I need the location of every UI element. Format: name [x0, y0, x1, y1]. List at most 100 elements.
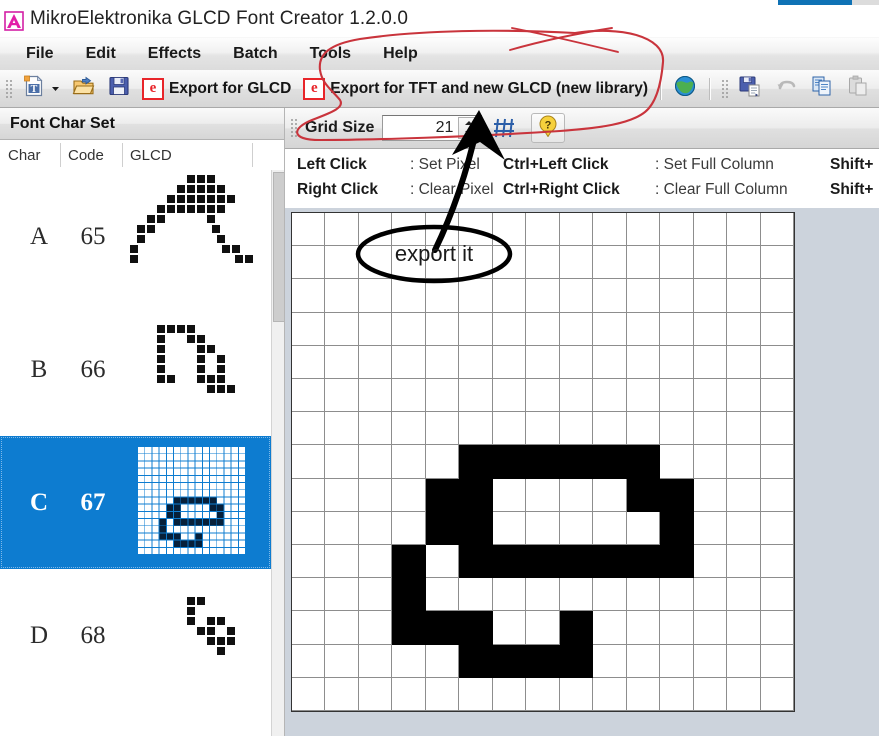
pixel-cell[interactable]	[693, 511, 728, 545]
pixel-cell[interactable]	[693, 246, 728, 280]
pixel-cell[interactable]	[425, 478, 460, 512]
pixel-cell[interactable]	[626, 478, 661, 512]
pixel-cell[interactable]	[526, 511, 560, 545]
pixel-cell[interactable]	[693, 213, 728, 247]
pixel-cell[interactable]	[459, 445, 493, 479]
pixel-cell[interactable]	[325, 511, 359, 545]
pixel-cell[interactable]	[526, 445, 560, 479]
pixel-cell[interactable]	[727, 644, 761, 678]
pixel-cell[interactable]	[559, 511, 594, 545]
pixel-cell[interactable]	[626, 578, 661, 612]
pixel-cell[interactable]	[559, 412, 594, 446]
pixel-cell[interactable]	[559, 279, 594, 313]
pixel-cell[interactable]	[425, 511, 460, 545]
pixel-cell[interactable]	[559, 312, 594, 346]
pixel-cell[interactable]	[660, 511, 694, 545]
pixel-cell[interactable]	[727, 545, 761, 579]
pixel-cell[interactable]	[593, 312, 627, 346]
pixel-cell[interactable]	[626, 545, 661, 579]
pixel-cell[interactable]	[358, 279, 393, 313]
pixel-cell[interactable]	[358, 478, 393, 512]
pixel-cell[interactable]	[593, 611, 627, 645]
grid-help-button[interactable]: ?	[531, 113, 566, 143]
pixel-cell[interactable]	[660, 412, 694, 446]
pixel-cell[interactable]	[358, 345, 393, 379]
pixel-cell[interactable]	[660, 213, 694, 247]
pixel-cell[interactable]	[526, 246, 560, 280]
pixel-cell[interactable]	[492, 445, 527, 479]
stepper-arrows[interactable]	[458, 117, 481, 139]
pixel-cell[interactable]	[660, 677, 694, 711]
toolbar-grip[interactable]	[4, 77, 13, 100]
pixel-cell[interactable]	[727, 445, 761, 479]
stepper-down[interactable]	[459, 128, 479, 138]
pixel-cell[interactable]	[325, 578, 359, 612]
pixel-cell[interactable]	[626, 213, 661, 247]
pixel-cell[interactable]	[392, 412, 426, 446]
pixel-cell[interactable]	[593, 445, 627, 479]
pixel-cell[interactable]	[660, 379, 694, 413]
pixel-cell[interactable]	[760, 246, 794, 280]
column-header-code[interactable]: Code	[60, 140, 122, 170]
pixel-cell[interactable]	[358, 578, 393, 612]
pixel-cell[interactable]	[459, 644, 493, 678]
pixel-cell[interactable]	[727, 677, 761, 711]
pixel-cell[interactable]	[660, 445, 694, 479]
pixel-cell[interactable]	[727, 345, 761, 379]
pixel-cell[interactable]	[526, 345, 560, 379]
pixel-cell[interactable]	[760, 379, 794, 413]
pixel-cell[interactable]	[492, 312, 527, 346]
pixel-cell[interactable]	[727, 312, 761, 346]
pixel-cell[interactable]	[693, 445, 728, 479]
pixel-cell[interactable]	[660, 345, 694, 379]
optbar-grip[interactable]	[289, 117, 298, 139]
pixel-cell[interactable]	[526, 478, 560, 512]
pixel-cell[interactable]	[325, 545, 359, 579]
pixel-cell[interactable]	[693, 611, 728, 645]
chevron-down-icon[interactable]	[51, 80, 60, 98]
pixel-cell[interactable]	[392, 644, 426, 678]
pixel-cell[interactable]	[626, 644, 661, 678]
pixel-cell[interactable]	[459, 312, 493, 346]
copy-button[interactable]	[805, 72, 839, 105]
pixel-cell[interactable]	[593, 345, 627, 379]
pixel-cell[interactable]	[325, 246, 359, 280]
pixel-cell[interactable]	[660, 279, 694, 313]
pixel-cell[interactable]	[559, 213, 594, 247]
pixel-cell[interactable]	[626, 379, 661, 413]
pixel-grid-editor[interactable]	[291, 212, 795, 712]
pixel-cell[interactable]	[492, 511, 527, 545]
pixel-cell[interactable]	[727, 379, 761, 413]
pixel-cell[interactable]	[626, 445, 661, 479]
pixel-cell[interactable]	[626, 246, 661, 280]
pixel-cell[interactable]	[760, 213, 794, 247]
stepper-up[interactable]	[459, 118, 479, 128]
pixel-cell[interactable]	[526, 379, 560, 413]
pixel-cell[interactable]	[459, 677, 493, 711]
pixel-cell[interactable]	[727, 578, 761, 612]
pixel-cell[interactable]	[392, 478, 426, 512]
pixel-cell[interactable]	[392, 611, 426, 645]
pixel-cell[interactable]	[693, 312, 728, 346]
pixel-cell[interactable]	[392, 379, 426, 413]
pixel-cell[interactable]	[693, 677, 728, 711]
pixel-cell[interactable]	[425, 644, 460, 678]
pixel-cell[interactable]	[526, 578, 560, 612]
pixel-cell[interactable]	[559, 677, 594, 711]
pixel-cell[interactable]	[660, 246, 694, 280]
pixel-cell[interactable]	[325, 677, 359, 711]
column-header-char[interactable]: Char	[0, 140, 60, 170]
char-row-c[interactable]: C 67	[0, 436, 271, 569]
pixel-cell[interactable]	[492, 578, 527, 612]
pixel-cell[interactable]	[760, 478, 794, 512]
pixel-cell[interactable]	[559, 644, 594, 678]
pixel-cell[interactable]	[626, 511, 661, 545]
pixel-cell[interactable]	[693, 279, 728, 313]
pixel-cell[interactable]	[693, 545, 728, 579]
pixel-cell[interactable]	[392, 345, 426, 379]
pixel-cell[interactable]	[358, 379, 393, 413]
pixel-cell[interactable]	[593, 246, 627, 280]
pixel-cell[interactable]	[593, 379, 627, 413]
pixel-cell[interactable]	[325, 611, 359, 645]
menu-tools[interactable]: Tools	[294, 39, 367, 69]
